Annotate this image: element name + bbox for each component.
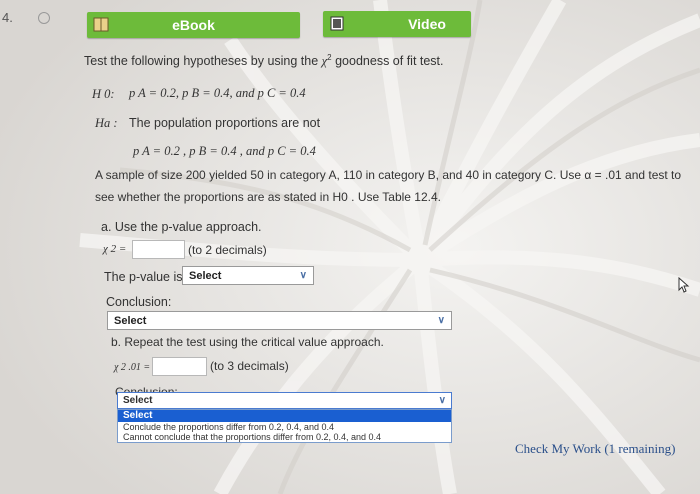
mouse-cursor-icon <box>678 277 690 293</box>
ebook-label: eBook <box>172 17 215 33</box>
chevron-down-icon: ∨ <box>437 315 445 326</box>
ha-label: Ha : <box>95 116 118 130</box>
sample-line-1: A sample of size 200 yielded 50 in categ… <box>95 168 682 182</box>
part-a-hint: (to 2 decimals) <box>188 243 267 257</box>
sample-line-2: see whether the proportions are as state… <box>95 190 441 204</box>
h0-text: p A = 0.2, p B = 0.4, and p C = 0.4 <box>129 86 306 100</box>
book-icon <box>93 17 109 32</box>
prompt-intro-text-end: goodness of fit test. <box>335 54 444 69</box>
dropdown-option-cannot-conclude[interactable]: Cannot conclude that the proportions dif… <box>118 432 451 442</box>
chi-superscript: 2 <box>327 53 332 62</box>
part-a-conclusion-select[interactable]: Select ∨ <box>107 311 452 330</box>
ha-text: The population proportions are not <box>129 116 321 130</box>
h0-label: H 0: <box>92 87 115 101</box>
chevron-down-icon: ∨ <box>299 270 307 281</box>
part-a-chi-label: χ 2 = <box>103 243 127 255</box>
dropdown-option-conclude-differ[interactable]: Conclude the proportions differ from 0.2… <box>118 422 451 432</box>
video-label: Video <box>408 16 446 32</box>
ha-values: p A = 0.2 , p B = 0.4 , and p C = 0.4 <box>133 144 316 158</box>
part-b-hint: (to 3 decimals) <box>210 359 289 373</box>
prompt-intro-text: Test the following hypotheses by using t… <box>84 54 319 69</box>
prompt-intro: Test the following hypotheses by using t… <box>84 53 444 69</box>
question-number: 4. <box>2 10 13 25</box>
pvalue-select[interactable]: Select ∨ <box>182 266 314 285</box>
part-b-conclusion-menu: Select Conclude the proportions differ f… <box>117 409 452 443</box>
video-button[interactable]: Video <box>323 11 471 37</box>
film-icon <box>330 16 344 31</box>
part-b-chi-label: χ 2 .01 = <box>114 362 151 373</box>
pvalue-text: The p-value is <box>104 270 183 284</box>
part-a-label: a. Use the p-value approach. <box>101 220 262 234</box>
part-b-conclusion-select[interactable]: Select ∨ <box>117 392 452 409</box>
check-my-work-link[interactable]: Check My Work (1 remaining) <box>515 441 675 457</box>
pvalue-select-value: Select <box>189 269 222 282</box>
part-a-conclusion-value: Select <box>114 314 147 327</box>
part-a-conclusion-label: Conclusion: <box>106 295 172 309</box>
part-b-conclusion-value: Select <box>123 395 153 406</box>
chevron-down-icon: ∨ <box>438 395 446 406</box>
question-status-circle-icon <box>38 12 50 24</box>
dropdown-option-select[interactable]: Select <box>118 410 451 422</box>
chi-square-input[interactable] <box>132 240 185 259</box>
critical-value-input[interactable] <box>152 357 207 376</box>
part-b-label: b. Repeat the test using the critical va… <box>111 335 384 349</box>
ebook-button[interactable]: eBook <box>87 12 300 38</box>
